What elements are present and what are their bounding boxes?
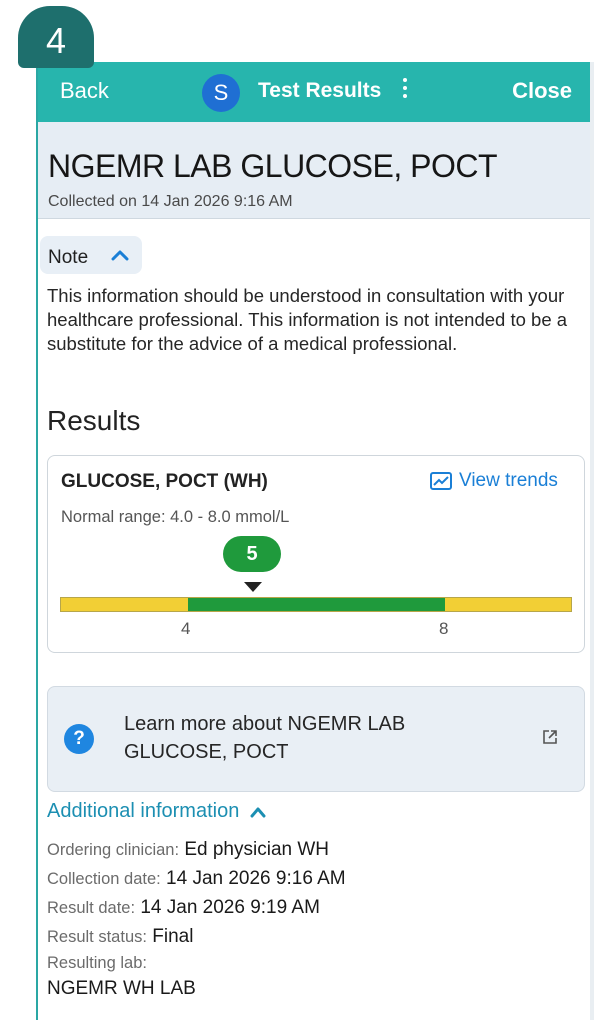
note-text: This information should be understood in… bbox=[47, 285, 568, 354]
results-heading: Results bbox=[47, 405, 141, 436]
page-title: NGEMR LAB GLUCOSE, POCT bbox=[48, 148, 498, 184]
collection-date-value: 14 Jan 2026 9:16 AM bbox=[166, 868, 346, 889]
range-high-tick: 8 bbox=[439, 619, 449, 638]
ordering-clinician-row: Ordering clinician: Ed physician WH bbox=[47, 839, 329, 861]
screen-title: Test Results bbox=[258, 79, 382, 102]
back-button[interactable]: Back bbox=[60, 78, 109, 104]
additional-info-toggle[interactable]: Additional information bbox=[47, 800, 267, 823]
resulting-lab-label: Resulting lab: bbox=[47, 954, 147, 972]
result-value-badge: 5 bbox=[223, 536, 281, 572]
range-low-segment bbox=[61, 598, 188, 611]
collected-date: Collected on 14 Jan 2026 9:16 AM bbox=[48, 193, 293, 210]
result-status-value: Final bbox=[152, 926, 194, 947]
range-normal-segment bbox=[188, 598, 445, 611]
result-status-row: Result status: Final bbox=[47, 926, 193, 948]
right-frame bbox=[590, 62, 594, 1020]
resulting-lab-value: NGEMR WH LAB bbox=[47, 978, 196, 999]
view-trends-link[interactable]: View trends bbox=[430, 470, 558, 492]
external-link-icon bbox=[543, 730, 557, 744]
range-low-tick: 4 bbox=[181, 619, 191, 638]
range-bar bbox=[60, 597, 572, 612]
value-pointer-icon bbox=[244, 582, 262, 592]
close-button[interactable]: Close bbox=[512, 78, 572, 104]
collection-date-label: Collection date: bbox=[47, 870, 161, 888]
ordering-clinician-value: Ed physician WH bbox=[184, 839, 330, 860]
collection-date-row: Collection date: 14 Jan 2026 9:16 AM bbox=[47, 868, 346, 890]
left-frame bbox=[0, 62, 38, 1020]
avatar[interactable]: S bbox=[202, 74, 240, 112]
view-trends-label: View trends bbox=[459, 470, 558, 491]
normal-range: Normal range: 4.0 - 8.0 mmol/L bbox=[61, 508, 290, 526]
additional-info-label: Additional information bbox=[47, 800, 240, 822]
trend-chart-icon bbox=[430, 472, 452, 490]
result-header: NGEMR LAB GLUCOSE, POCT Collected on 14 … bbox=[38, 122, 590, 219]
result-status-label: Result status: bbox=[47, 928, 147, 946]
step-number-badge: 4 bbox=[18, 6, 94, 68]
note-label: Note bbox=[48, 247, 89, 268]
note-toggle[interactable]: Note bbox=[40, 236, 142, 274]
top-bar: Back S Test Results Close bbox=[38, 62, 590, 122]
result-date-label: Result date: bbox=[47, 899, 136, 917]
learn-more-text: Learn more about NGEMR LAB GLUCOSE, POCT bbox=[124, 713, 406, 763]
help-icon: ? bbox=[64, 724, 94, 754]
chevron-up-icon bbox=[111, 250, 129, 261]
resulting-lab-row: Resulting lab: bbox=[47, 952, 147, 974]
result-card: GLUCOSE, POCT (WH) View trends Normal ra… bbox=[47, 455, 585, 653]
ordering-clinician-label: Ordering clinician: bbox=[47, 841, 180, 859]
more-vertical-icon[interactable] bbox=[400, 74, 410, 110]
chevron-up-icon bbox=[250, 807, 266, 817]
result-date-value: 14 Jan 2026 9:19 AM bbox=[140, 897, 320, 918]
range-high-segment bbox=[445, 598, 571, 611]
result-date-row: Result date: 14 Jan 2026 9:19 AM bbox=[47, 897, 320, 919]
learn-more-card[interactable]: ? Learn more about NGEMR LAB GLUCOSE, PO… bbox=[47, 686, 585, 792]
test-name: GLUCOSE, POCT (WH) bbox=[61, 471, 268, 492]
